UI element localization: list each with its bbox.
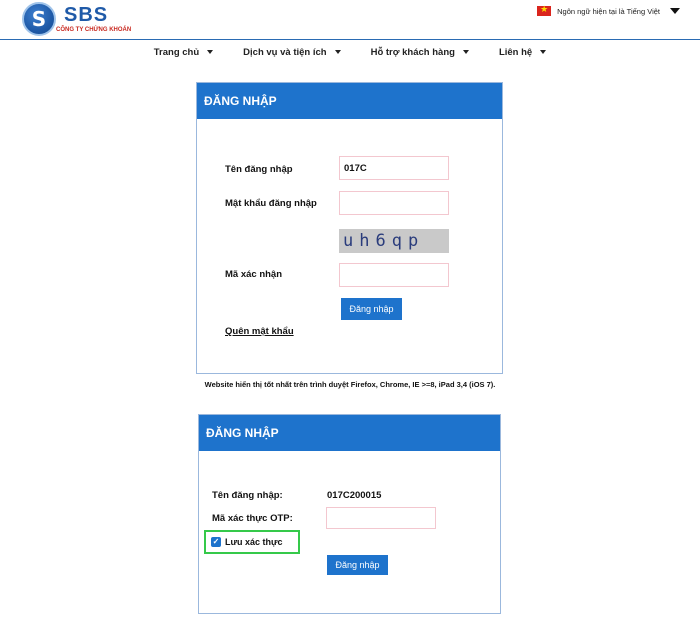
otp-login-button[interactable]: Đăng nhập [327, 555, 388, 575]
nav-item-home[interactable]: Trang chủ [153, 43, 214, 61]
otp-username-value: 017C200015 [327, 490, 382, 501]
sbs-logo[interactable]: S SBS CÔNG TY CHỨNG KHOÁN [22, 2, 162, 38]
forgot-password-link[interactable]: Quên mật khẩu [225, 326, 294, 337]
caret-down-icon [540, 50, 547, 54]
browser-note: Website hiển thị tốt nhất trên trình duy… [204, 380, 496, 389]
logo-name: SBS [64, 4, 109, 26]
checkbox-checked-icon[interactable]: ✓ [211, 537, 221, 547]
login-box-otp: ĐĂNG NHẬP Tên đăng nhập: 017C200015 Mã x… [198, 414, 501, 614]
otp-input[interactable] [326, 507, 436, 529]
nav-item-label: Trang chủ [153, 46, 200, 58]
logo-circle-icon: S [22, 2, 56, 36]
nav-item-label: Hỗ trợ khách hàng [370, 46, 455, 58]
login-box-title: ĐĂNG NHẬP [199, 415, 500, 451]
chevron-down-icon[interactable] [670, 8, 680, 14]
remember-otp-checkbox[interactable]: ✓ Lưu xác thực [204, 530, 300, 554]
language-text: Ngôn ngữ hiện tại là Tiếng Việt [557, 6, 660, 16]
otp-label: Mã xác thực OTP: [212, 513, 293, 524]
username-label: Tên đăng nhập [225, 164, 293, 175]
logo-subtitle: CÔNG TY CHỨNG KHOÁN [56, 27, 132, 33]
main-nav: Trang chủ Dịch vụ và tiện ích Hỗ trợ khá… [0, 43, 700, 61]
password-input[interactable] [339, 191, 449, 215]
logo-letter: S [31, 7, 47, 31]
caret-down-icon [207, 50, 214, 54]
nav-item-contact[interactable]: Liên hệ [498, 43, 547, 61]
remember-label: Lưu xác thực [225, 537, 283, 547]
nav-item-label: Liên hệ [498, 46, 533, 58]
captcha-input[interactable] [339, 263, 449, 287]
nav-item-support[interactable]: Hỗ trợ khách hàng [371, 43, 469, 61]
username-input[interactable]: 017C [339, 156, 449, 180]
login-box-title: ĐĂNG NHẬP [197, 83, 502, 119]
nav-item-label: Dịch vụ và tiện ích [243, 46, 327, 58]
language-selector[interactable]: Ngôn ngữ hiện tại là Tiếng Việt [537, 4, 680, 18]
site-header: S SBS CÔNG TY CHỨNG KHOÁN Ngôn ngữ hiện … [0, 0, 700, 40]
nav-item-services[interactable]: Dịch vụ và tiện ích [243, 43, 341, 61]
captcha-label: Mã xác nhận [225, 269, 283, 280]
login-box-password: ĐĂNG NHẬP Tên đăng nhập 017C Mật khẩu đă… [196, 82, 503, 374]
caret-down-icon [334, 50, 341, 54]
vietnam-flag-icon [537, 4, 552, 16]
captcha-image: uh6qp [339, 229, 449, 253]
otp-username-label: Tên đăng nhập: [212, 490, 283, 501]
password-label: Mật khẩu đăng nhập [225, 198, 317, 209]
login-button[interactable]: Đăng nhập [341, 298, 402, 320]
caret-down-icon [462, 50, 469, 54]
